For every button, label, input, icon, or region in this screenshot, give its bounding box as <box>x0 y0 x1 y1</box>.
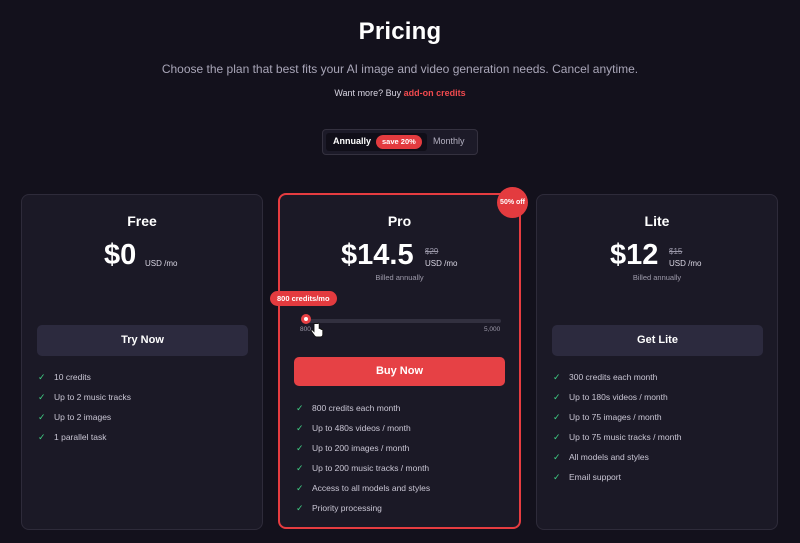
page-title: Pricing <box>358 18 442 45</box>
feature-list: ✓ 300 credits each month ✓ Up to 180s vide… <box>553 367 681 487</box>
price-row: $12 $15 USD /mo <box>537 237 777 273</box>
hand-pointer-icon <box>310 322 324 338</box>
feature-item: ✓ Up to 2 music tracks <box>38 387 131 407</box>
feature-item: ✓ 800 credits each month <box>296 398 430 418</box>
feature-item: ✓ Access to all models and styles <box>296 478 430 498</box>
check-icon: ✓ <box>38 432 46 442</box>
check-icon: ✓ <box>296 443 304 453</box>
buy-now-button[interactable]: Buy Now <box>294 357 505 386</box>
page-subtitle: Choose the plan that best fits your AI i… <box>161 62 639 76</box>
plan-price: $0 <box>104 239 137 271</box>
feature-item: ✓ 1 parallel task <box>38 427 131 447</box>
check-icon: ✓ <box>38 392 46 402</box>
feature-item: ✓ Email support <box>553 467 681 487</box>
plan-price: $12 <box>610 239 659 271</box>
addon-line: Want more? Buy add-on credits <box>0 88 800 98</box>
billing-toggle: Annually save 20% Monthly <box>322 129 478 155</box>
check-icon: ✓ <box>553 452 561 462</box>
check-icon: ✓ <box>38 372 46 382</box>
check-icon: ✓ <box>296 423 304 433</box>
toggle-annually[interactable]: Annually save 20% <box>326 133 427 151</box>
plan-card-free: Free $0 USD /mo Try Now ✓ 10 credits ✓ Up … <box>21 194 263 530</box>
check-icon: ✓ <box>296 483 304 493</box>
old-price: $15 <box>669 247 683 256</box>
addon-prefix: Want more? Buy <box>334 88 404 98</box>
check-icon: ✓ <box>553 412 561 422</box>
plan-name: Pro <box>387 213 412 229</box>
credits-tooltip: 800 credits/mo <box>270 291 337 306</box>
feature-item: ✓ Up to 200 music tracks / month <box>296 458 430 478</box>
save-badge: save 20% <box>376 135 422 149</box>
feature-item: ✓ Priority processing <box>296 498 430 518</box>
feature-item: ✓ Up to 480s videos / month <box>296 418 430 438</box>
feature-item: ✓ 10 credits <box>38 367 131 387</box>
feature-item: ✓ Up to 2 images <box>38 407 131 427</box>
feature-item: ✓ All models and styles <box>553 447 681 467</box>
discount-badge: 50% off <box>497 187 528 218</box>
feature-item: ✓ Up to 75 music tracks / month <box>553 427 681 447</box>
check-icon: ✓ <box>553 432 561 442</box>
check-icon: ✓ <box>296 503 304 513</box>
try-now-button[interactable]: Try Now <box>37 325 248 356</box>
plan-name: Lite <box>644 213 670 229</box>
get-lite-button[interactable]: Get Lite <box>552 325 763 356</box>
feature-list: ✓ 10 credits ✓ Up to 2 music tracks ✓ Up to… <box>38 367 131 447</box>
check-icon: ✓ <box>553 392 561 402</box>
billed-annually: Billed annually <box>375 273 424 282</box>
slider-max-label: 5,000 <box>484 326 501 333</box>
plan-card-lite: Lite $12 $15 USD /mo Billed annually Get… <box>536 194 778 530</box>
price-row: $14.5 $29 USD /mo <box>280 237 519 273</box>
plan-card-pro: Pro $14.5 $29 USD /mo Billed annually 80… <box>270 193 521 529</box>
feature-item: ✓ Up to 180s videos / month <box>553 387 681 407</box>
check-icon: ✓ <box>296 463 304 473</box>
price-unit: USD /mo <box>425 259 458 268</box>
price-unit: USD /mo <box>145 259 178 268</box>
feature-item: ✓ Up to 75 images / month <box>553 407 681 427</box>
check-icon: ✓ <box>38 412 46 422</box>
feature-item: ✓ 300 credits each month <box>553 367 681 387</box>
plan-name: Free <box>127 213 157 229</box>
billed-annually: Billed annually <box>632 273 682 282</box>
feature-item: ✓ Up to 200 images / month <box>296 438 430 458</box>
addon-credits-link[interactable]: add-on credits <box>404 88 466 98</box>
check-icon: ✓ <box>296 403 304 413</box>
price-row: $0 USD /mo <box>22 237 262 273</box>
plan-price: $14.5 <box>341 239 414 271</box>
credits-slider-track[interactable] <box>304 319 501 323</box>
toggle-monthly[interactable]: Monthly <box>433 136 465 146</box>
old-price: $29 <box>425 247 439 256</box>
check-icon: ✓ <box>553 472 561 482</box>
toggle-annually-label: Annually <box>333 136 372 146</box>
price-unit: USD /mo <box>669 259 702 268</box>
feature-list: ✓ 800 credits each month ✓ Up to 480s vide… <box>296 398 430 518</box>
check-icon: ✓ <box>553 372 561 382</box>
